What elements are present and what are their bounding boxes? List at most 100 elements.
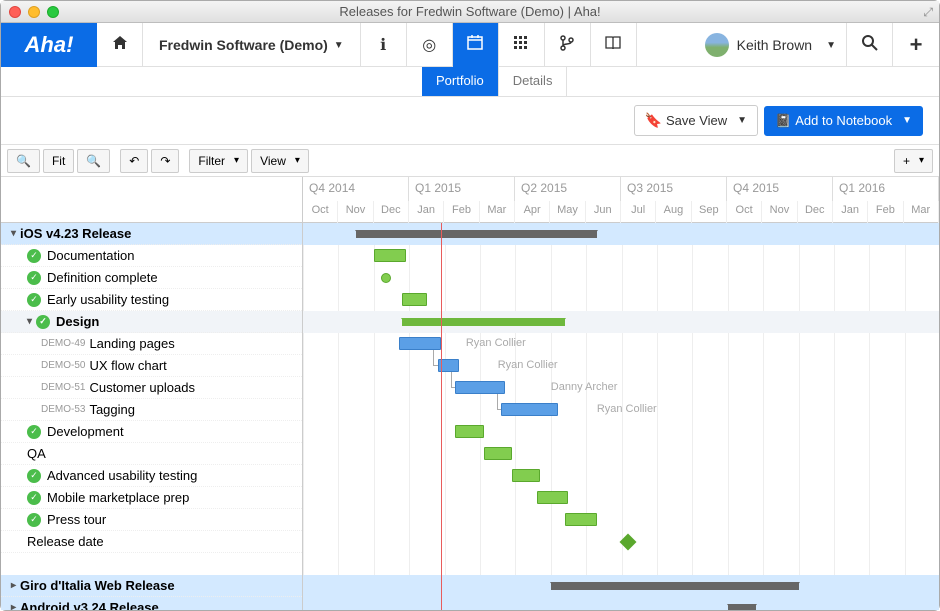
expand-icon[interactable]: ⤢ — [923, 5, 933, 20]
task-bar[interactable] — [455, 381, 505, 394]
task-bar[interactable] — [512, 469, 540, 482]
gantt-row[interactable]: ✓Development — [1, 421, 302, 443]
task-bar[interactable] — [565, 513, 597, 526]
row-label: Android v3.24 Release — [20, 600, 159, 610]
month-cell: Dec — [374, 201, 409, 223]
chevron-down-icon[interactable]: ▾ — [27, 316, 32, 327]
timeline-header: Q4 2014Q1 2015Q2 2015Q3 2015Q4 2015Q1 20… — [303, 177, 939, 223]
home-button[interactable] — [97, 23, 143, 67]
caret-down-icon: ▼ — [737, 115, 747, 126]
row-label: Design — [56, 314, 99, 329]
view-button[interactable]: View▾ — [251, 149, 309, 173]
gantt: ▾iOS v4.23 Release✓Documentation✓Definit… — [1, 177, 939, 610]
chevron-down-icon[interactable]: ▾ — [11, 228, 16, 239]
chevron-right-icon[interactable]: ▸ — [11, 580, 16, 591]
zoom-fit-button[interactable]: Fit — [43, 149, 74, 173]
checkmark-icon: ✓ — [27, 249, 41, 263]
gantt-left-pane: ▾iOS v4.23 Release✓Documentation✓Definit… — [1, 177, 303, 610]
add-button[interactable]: + — [893, 23, 939, 67]
gantt-row[interactable]: DEMO-51Customer uploads — [1, 377, 302, 399]
gantt-right-pane[interactable]: Q4 2014Q1 2015Q2 2015Q3 2015Q4 2015Q1 20… — [303, 177, 939, 610]
calendar-button[interactable] — [453, 23, 499, 67]
gantt-row[interactable]: QA — [1, 443, 302, 465]
task-id: DEMO-51 — [41, 382, 85, 393]
window-title: Releases for Fredwin Software (Demo) | A… — [1, 4, 939, 19]
row-label: Definition complete — [47, 270, 158, 285]
task-bar[interactable] — [484, 447, 512, 460]
topbar: Aha! Fredwin Software (Demo) ▼ ℹ ◎ Keith… — [1, 23, 939, 67]
actionbar: 🔖 Save View ▼ 📓 Add to Notebook ▼ — [1, 97, 939, 145]
gantt-row[interactable]: Release date — [1, 531, 302, 553]
row-label: Early usability testing — [47, 292, 169, 307]
quarter-cell: Q4 2015 — [727, 177, 833, 201]
chevron-right-icon[interactable]: ▸ — [11, 602, 16, 610]
add-notebook-button[interactable]: 📓 Add to Notebook ▼ — [764, 106, 923, 136]
undo-button[interactable]: ↶ — [120, 149, 148, 173]
target-button[interactable]: ◎ — [407, 23, 453, 67]
summary-bar[interactable] — [356, 230, 597, 238]
grid-button[interactable] — [499, 23, 545, 67]
plus-icon: + — [903, 154, 910, 168]
checkmark-icon: ✓ — [27, 513, 41, 527]
checkmark-icon: ✓ — [36, 315, 50, 329]
task-bar[interactable] — [402, 293, 427, 306]
subnav: Portfolio Details — [1, 67, 939, 97]
gantt-row[interactable]: ▸ Android v3.24 Release — [1, 597, 302, 610]
row-label: QA — [27, 446, 46, 461]
plus-icon: + — [910, 32, 923, 58]
gantt-row[interactable]: ▸Giro d'Italia Web Release — [1, 575, 302, 597]
grid-icon — [514, 36, 528, 55]
tab-details[interactable]: Details — [499, 67, 568, 96]
undo-icon: ↶ — [129, 154, 139, 168]
filter-button[interactable]: Filter▾ — [189, 149, 248, 173]
gantt-row[interactable]: ✓Documentation — [1, 245, 302, 267]
product-name: Fredwin Software (Demo) — [159, 37, 328, 53]
book-button[interactable] — [591, 23, 637, 67]
quarter-cell: Q3 2015 — [621, 177, 727, 201]
info-button[interactable]: ℹ — [361, 23, 407, 67]
gantt-row[interactable]: ▾ ✓ Design — [1, 311, 302, 333]
month-cell: Jan — [833, 201, 868, 223]
row-label: Tagging — [89, 402, 135, 417]
group-bar[interactable] — [402, 318, 565, 326]
summary-bar[interactable] — [551, 582, 799, 590]
zoom-out-button[interactable]: 🔍 — [77, 149, 110, 173]
book-icon — [605, 36, 621, 55]
save-view-button[interactable]: 🔖 Save View ▼ — [634, 105, 759, 136]
gantt-row[interactable]: ✓Advanced usability testing — [1, 465, 302, 487]
task-bar[interactable] — [399, 337, 441, 350]
gantt-row[interactable]: ✓Press tour — [1, 509, 302, 531]
gantt-row[interactable]: ✓Early usability testing — [1, 289, 302, 311]
quarter-cell: Q1 2016 — [833, 177, 939, 201]
gantt-row[interactable]: DEMO-50UX flow chart — [1, 355, 302, 377]
search-button[interactable] — [847, 23, 893, 67]
branch-button[interactable] — [545, 23, 591, 67]
user-menu[interactable]: Keith Brown ▼ — [695, 23, 847, 67]
product-selector[interactable]: Fredwin Software (Demo) ▼ — [143, 23, 361, 67]
month-cell: Nov — [762, 201, 797, 223]
milestone-dot[interactable] — [381, 273, 391, 283]
task-bar[interactable] — [501, 403, 558, 416]
row-label: UX flow chart — [89, 358, 166, 373]
row-label: Mobile marketplace prep — [47, 490, 189, 505]
branch-icon — [560, 35, 574, 56]
search-icon — [862, 35, 878, 56]
gantt-row[interactable]: ✓Definition complete — [1, 267, 302, 289]
gantt-row[interactable]: DEMO-49Landing pages — [1, 333, 302, 355]
gantt-row[interactable] — [1, 553, 302, 575]
redo-button[interactable]: ↷ — [151, 149, 179, 173]
task-bar[interactable] — [374, 249, 406, 262]
task-bar[interactable] — [455, 425, 483, 438]
gantt-row[interactable]: DEMO-53Tagging — [1, 399, 302, 421]
quarter-cell: Q2 2015 — [515, 177, 621, 201]
row-label: Advanced usability testing — [47, 468, 197, 483]
add-row-button[interactable]: +▾ — [894, 149, 933, 173]
gantt-row[interactable]: ▾iOS v4.23 Release — [1, 223, 302, 245]
gantt-row[interactable]: ✓Mobile marketplace prep — [1, 487, 302, 509]
quarter-cell: Q4 2014 — [303, 177, 409, 201]
logo[interactable]: Aha! — [1, 23, 97, 67]
summary-bar[interactable] — [728, 604, 756, 610]
tab-portfolio[interactable]: Portfolio — [422, 67, 499, 96]
zoom-in-button[interactable]: 🔍 — [7, 149, 40, 173]
task-bar[interactable] — [537, 491, 569, 504]
